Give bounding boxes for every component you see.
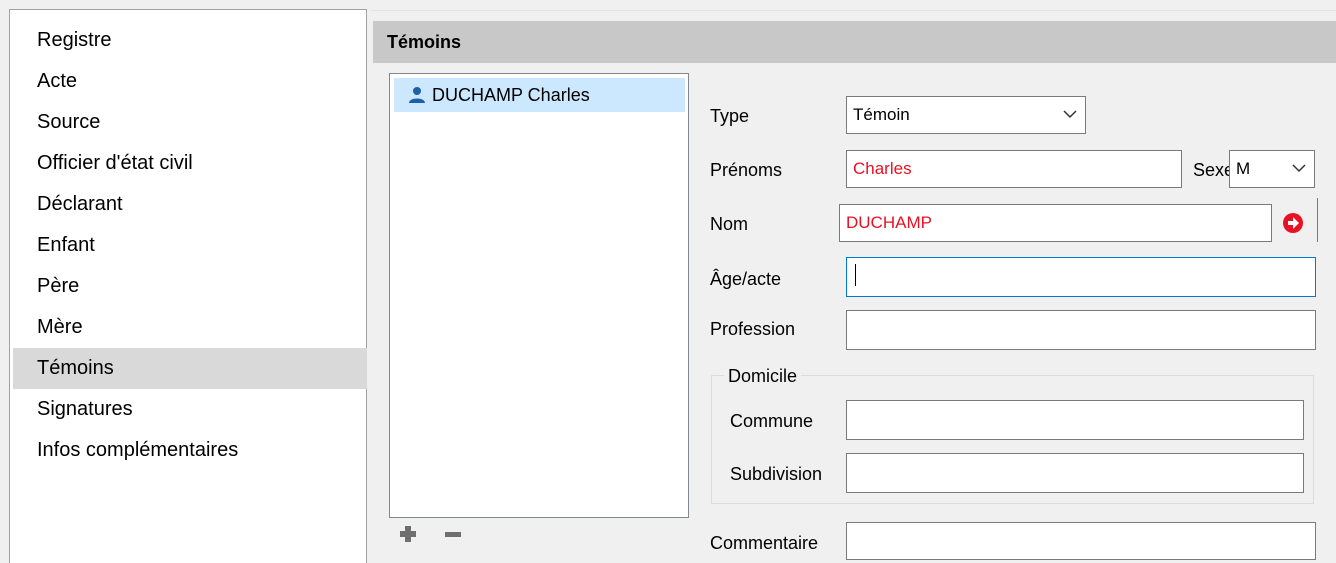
type-select[interactable]: Témoin bbox=[846, 96, 1086, 134]
panel-title: Témoins bbox=[373, 21, 1336, 63]
sexe-select-value: M bbox=[1236, 159, 1251, 178]
minus-icon[interactable] bbox=[443, 524, 463, 544]
nav-item-registre[interactable]: Registre bbox=[13, 20, 367, 61]
age-label: Âge/acte bbox=[710, 269, 782, 289]
commentaire-label: Commentaire bbox=[710, 533, 819, 553]
chevron-down-icon bbox=[1063, 110, 1077, 119]
plus-icon[interactable] bbox=[398, 524, 418, 544]
text-cursor bbox=[855, 264, 856, 286]
arrow-right-icon[interactable] bbox=[1282, 212, 1304, 234]
commune-label: Commune bbox=[730, 411, 814, 431]
nav-item-infos[interactable]: Infos complémentaires bbox=[13, 430, 367, 471]
prenoms-label: Prénoms bbox=[710, 160, 783, 180]
domicile-label: Domicile bbox=[724, 365, 802, 387]
sexe-select[interactable]: M bbox=[1229, 150, 1315, 188]
nav-item-officier[interactable]: Officier d'état civil bbox=[13, 143, 367, 184]
sexe-label: Sexe bbox=[1193, 160, 1235, 180]
age-field[interactable] bbox=[846, 257, 1316, 297]
person-icon bbox=[409, 87, 425, 103]
nav-item-declarant[interactable]: Déclarant bbox=[13, 184, 367, 225]
profession-label: Profession bbox=[710, 319, 796, 339]
list-item-label: DUCHAMP Charles bbox=[432, 85, 590, 105]
chevron-down-icon bbox=[1292, 164, 1306, 173]
nav-item-acte[interactable]: Acte bbox=[13, 61, 367, 102]
panel-top-divider bbox=[371, 10, 1336, 11]
profession-field[interactable] bbox=[846, 310, 1316, 350]
subdivision-label: Subdivision bbox=[730, 464, 823, 484]
subdivision-field[interactable] bbox=[846, 453, 1304, 493]
commune-field[interactable] bbox=[846, 400, 1304, 440]
nom-field[interactable]: DUCHAMP bbox=[839, 204, 1272, 242]
section-nav: Registre Acte Source Officier d'état civ… bbox=[9, 9, 367, 563]
type-select-value: Témoin bbox=[853, 105, 910, 124]
type-label: Type bbox=[710, 106, 750, 126]
nom-button-divider bbox=[1317, 198, 1318, 242]
nav-item-temoins[interactable]: Témoins bbox=[13, 348, 367, 389]
nom-label: Nom bbox=[710, 214, 749, 234]
commentaire-field[interactable] bbox=[846, 522, 1316, 560]
prenoms-field[interactable]: Charles bbox=[846, 150, 1182, 188]
nav-item-signatures[interactable]: Signatures bbox=[13, 389, 367, 430]
list-item[interactable]: DUCHAMP Charles bbox=[394, 78, 685, 112]
witness-list[interactable]: DUCHAMP Charles bbox=[389, 73, 689, 518]
nav-item-pere[interactable]: Père bbox=[13, 266, 367, 307]
nav-item-enfant[interactable]: Enfant bbox=[13, 225, 367, 266]
nav-item-mere[interactable]: Mère bbox=[13, 307, 367, 348]
nav-item-source[interactable]: Source bbox=[13, 102, 367, 143]
